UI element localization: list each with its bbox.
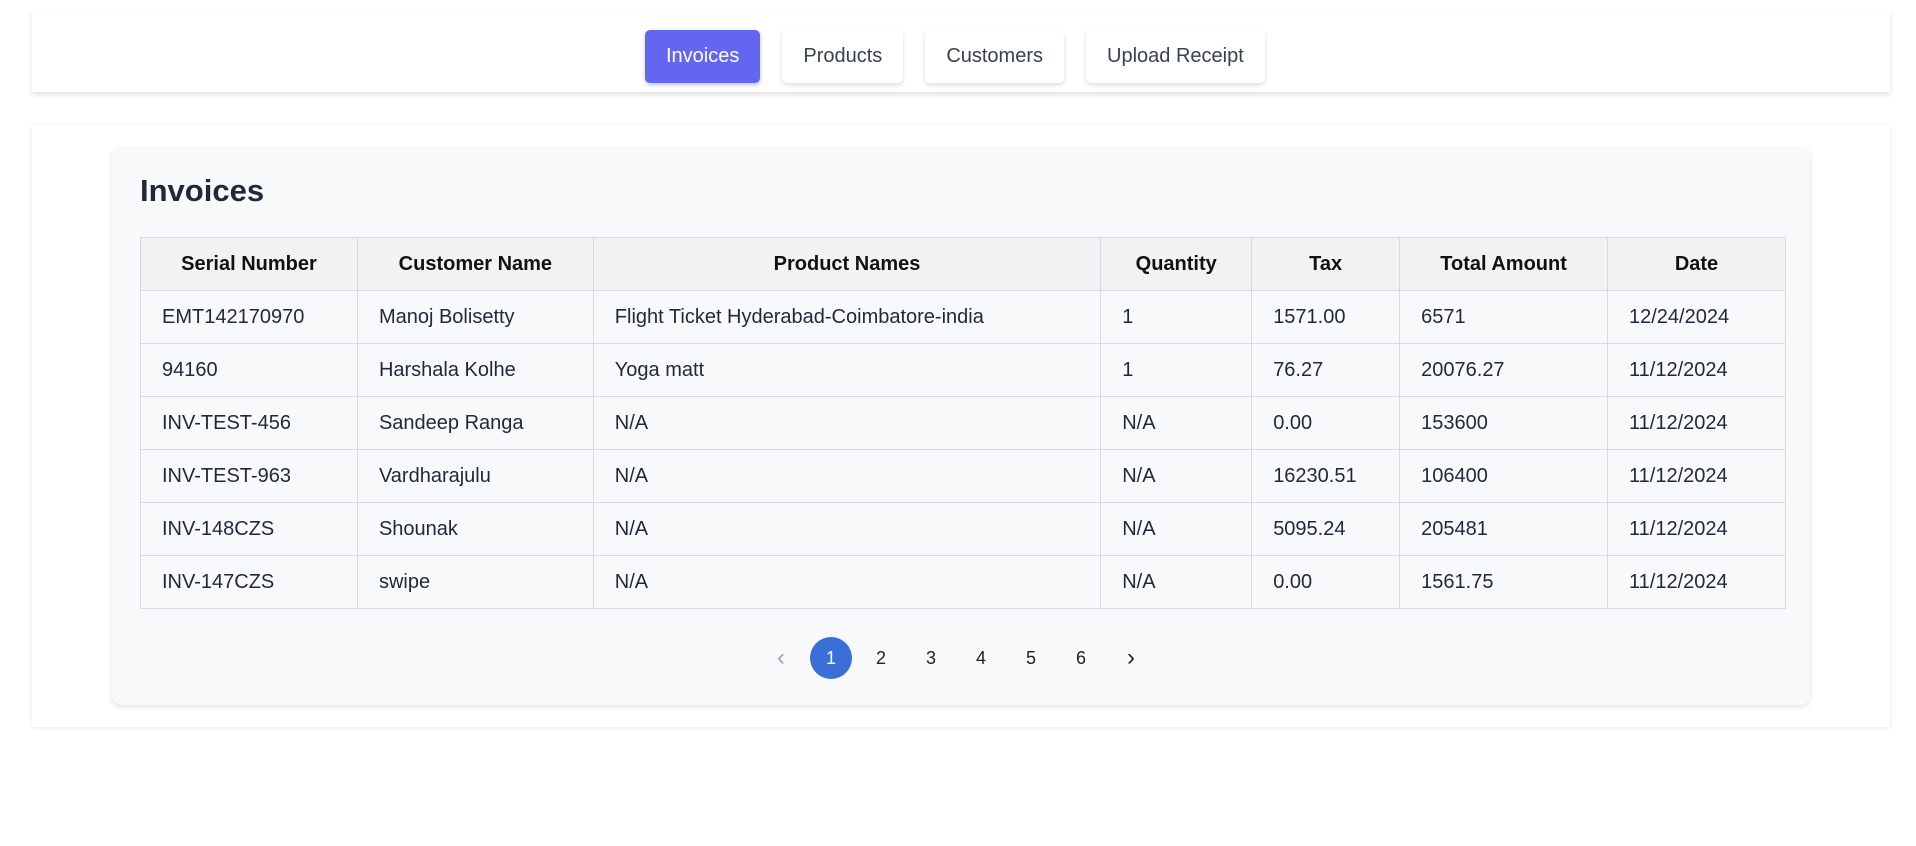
chevron-left-icon[interactable]: ‹ <box>760 637 802 679</box>
cell-quantity: N/A <box>1100 396 1253 450</box>
cell-customer-name: Sandeep Ranga <box>356 396 594 450</box>
column-header-product-names[interactable]: Product Names <box>592 237 1102 291</box>
page-button-6[interactable]: 6 <box>1060 637 1102 679</box>
cell-total-amount: 1561.75 <box>1399 555 1608 609</box>
cell-quantity: 1 <box>1100 343 1253 397</box>
nav-tabs: Invoices Products Customers Upload Recei… <box>645 30 1265 83</box>
invoices-card: Invoices Serial Number Customer Name Pro… <box>112 147 1810 705</box>
cell-serial-number: EMT142170970 <box>140 290 358 344</box>
cell-date: 11/12/2024 <box>1607 343 1786 397</box>
cell-product-names: N/A <box>592 555 1102 609</box>
cell-tax: 0.00 <box>1251 555 1401 609</box>
cell-date: 11/12/2024 <box>1607 396 1786 450</box>
cell-date: 11/12/2024 <box>1607 555 1786 609</box>
tab-upload-receipt[interactable]: Upload Receipt <box>1086 30 1265 83</box>
cell-total-amount: 106400 <box>1399 449 1608 503</box>
pagination: ‹ 1 2 3 4 5 6 › <box>760 637 1152 679</box>
column-header-customer-name[interactable]: Customer Name <box>356 237 594 291</box>
cell-serial-number: 94160 <box>140 343 358 397</box>
cell-total-amount: 153600 <box>1399 396 1608 450</box>
invoices-table: Serial Number Customer Name Product Name… <box>140 237 1786 609</box>
table-row[interactable]: INV-148CZS Shounak N/A N/A 5095.24 20548… <box>140 502 1786 556</box>
cell-customer-name: Shounak <box>356 502 594 556</box>
table-row[interactable]: INV-TEST-456 Sandeep Ranga N/A N/A 0.00 … <box>140 396 1786 450</box>
tab-products[interactable]: Products <box>782 30 904 83</box>
column-header-date[interactable]: Date <box>1607 237 1786 291</box>
chevron-right-icon[interactable]: › <box>1110 637 1152 679</box>
cell-total-amount: 20076.27 <box>1399 343 1608 397</box>
cell-quantity: N/A <box>1100 502 1253 556</box>
cell-product-names: Yoga matt <box>592 343 1102 397</box>
cell-product-names: Flight Ticket Hyderabad-Coimbatore-india <box>592 290 1102 344</box>
cell-tax: 16230.51 <box>1251 449 1401 503</box>
column-header-total-amount[interactable]: Total Amount <box>1399 237 1608 291</box>
page-button-5[interactable]: 5 <box>1010 637 1052 679</box>
cell-quantity: 1 <box>1100 290 1253 344</box>
table-header-row: Serial Number Customer Name Product Name… <box>140 237 1786 291</box>
cell-quantity: N/A <box>1100 555 1253 609</box>
page-title: Invoices <box>140 173 265 208</box>
content-panel: Invoices Serial Number Customer Name Pro… <box>32 125 1890 727</box>
cell-tax: 0.00 <box>1251 396 1401 450</box>
cell-customer-name: swipe <box>356 555 594 609</box>
cell-product-names: N/A <box>592 502 1102 556</box>
cell-total-amount: 6571 <box>1399 290 1608 344</box>
column-header-serial-number[interactable]: Serial Number <box>140 237 358 291</box>
top-navigation-bar: Invoices Products Customers Upload Recei… <box>32 10 1890 92</box>
cell-tax: 76.27 <box>1251 343 1401 397</box>
cell-serial-number: INV-147CZS <box>140 555 358 609</box>
cell-date: 12/24/2024 <box>1607 290 1786 344</box>
table-row[interactable]: INV-TEST-963 Vardharajulu N/A N/A 16230.… <box>140 449 1786 503</box>
tab-customers[interactable]: Customers <box>925 30 1065 83</box>
cell-product-names: N/A <box>592 396 1102 450</box>
cell-date: 11/12/2024 <box>1607 449 1786 503</box>
page-button-2[interactable]: 2 <box>860 637 902 679</box>
cell-serial-number: INV-TEST-963 <box>140 449 358 503</box>
column-header-quantity[interactable]: Quantity <box>1100 237 1253 291</box>
cell-customer-name: Manoj Bolisetty <box>356 290 594 344</box>
page-button-1[interactable]: 1 <box>810 637 852 679</box>
table-row[interactable]: INV-147CZS swipe N/A N/A 0.00 1561.75 11… <box>140 555 1786 609</box>
table-row[interactable]: 94160 Harshala Kolhe Yoga matt 1 76.27 2… <box>140 343 1786 397</box>
cell-tax: 5095.24 <box>1251 502 1401 556</box>
page-button-3[interactable]: 3 <box>910 637 952 679</box>
page-button-4[interactable]: 4 <box>960 637 1002 679</box>
cell-quantity: N/A <box>1100 449 1253 503</box>
cell-total-amount: 205481 <box>1399 502 1608 556</box>
cell-tax: 1571.00 <box>1251 290 1401 344</box>
table-row[interactable]: EMT142170970 Manoj Bolisetty Flight Tick… <box>140 290 1786 344</box>
cell-serial-number: INV-148CZS <box>140 502 358 556</box>
cell-date: 11/12/2024 <box>1607 502 1786 556</box>
cell-customer-name: Harshala Kolhe <box>356 343 594 397</box>
cell-serial-number: INV-TEST-456 <box>140 396 358 450</box>
cell-customer-name: Vardharajulu <box>356 449 594 503</box>
tab-invoices[interactable]: Invoices <box>645 30 761 83</box>
column-header-tax[interactable]: Tax <box>1251 237 1401 291</box>
cell-product-names: N/A <box>592 449 1102 503</box>
